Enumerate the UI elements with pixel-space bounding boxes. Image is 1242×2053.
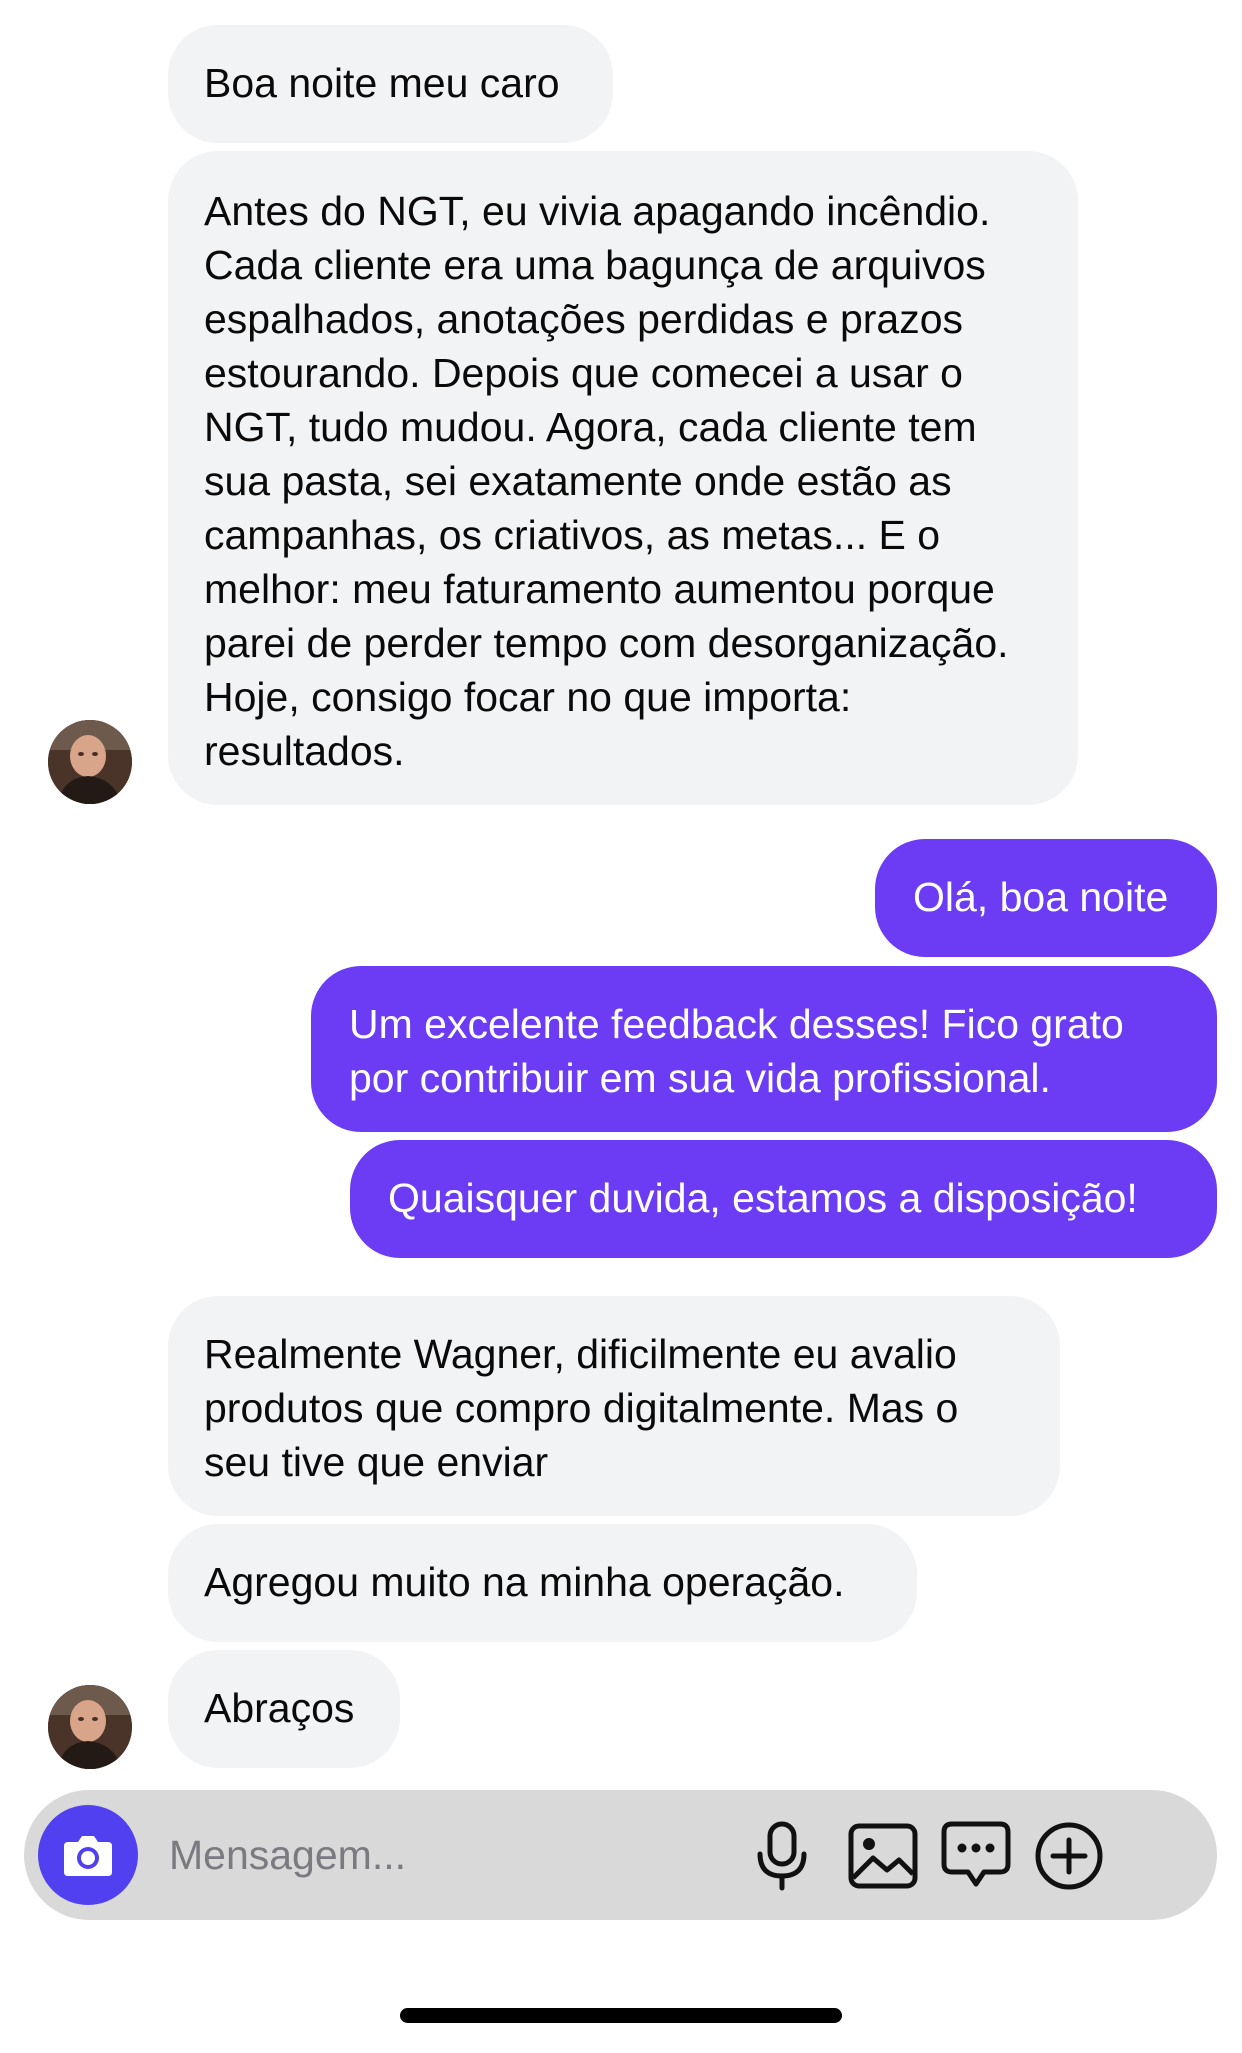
add-button[interactable]: [1031, 1818, 1107, 1894]
home-indicator: [400, 2008, 842, 2023]
message-composer: Mensagem...: [24, 1790, 1217, 1920]
contact-avatar[interactable]: [48, 1685, 132, 1769]
sticker-chat-icon: [941, 1821, 1011, 1887]
camera-icon: [64, 1836, 112, 1876]
gallery-button[interactable]: [845, 1818, 921, 1894]
incoming-message[interactable]: Abraços: [168, 1650, 400, 1768]
incoming-message[interactable]: Realmente Wagner, dificilmente eu avalio…: [168, 1296, 1060, 1516]
contact-avatar[interactable]: [48, 720, 132, 804]
incoming-message[interactable]: Boa noite meu caro: [168, 25, 613, 143]
microphone-button[interactable]: [744, 1818, 820, 1894]
outgoing-message[interactable]: Um excelente feedback desses! Fico grato…: [311, 966, 1217, 1132]
avatar-photo: [48, 720, 132, 804]
avatar-photo: [48, 1685, 132, 1769]
incoming-message[interactable]: Agregou muito na minha operação.: [168, 1524, 917, 1642]
incoming-message[interactable]: Antes do NGT, eu vivia apagando incêndio…: [168, 151, 1078, 805]
sticker-button[interactable]: [938, 1818, 1014, 1894]
camera-button[interactable]: [38, 1805, 138, 1905]
message-input[interactable]: Mensagem...: [169, 1828, 406, 1882]
plus-icon: [1035, 1822, 1103, 1890]
microphone-icon: [757, 1821, 807, 1891]
outgoing-message[interactable]: Quaisquer duvida, estamos a disposição!: [350, 1140, 1217, 1258]
outgoing-message[interactable]: Olá, boa noite: [875, 839, 1217, 957]
chat-thread[interactable]: Boa noite meu caro Antes do NGT, eu vivi…: [0, 0, 1242, 1790]
image-icon: [848, 1823, 918, 1889]
